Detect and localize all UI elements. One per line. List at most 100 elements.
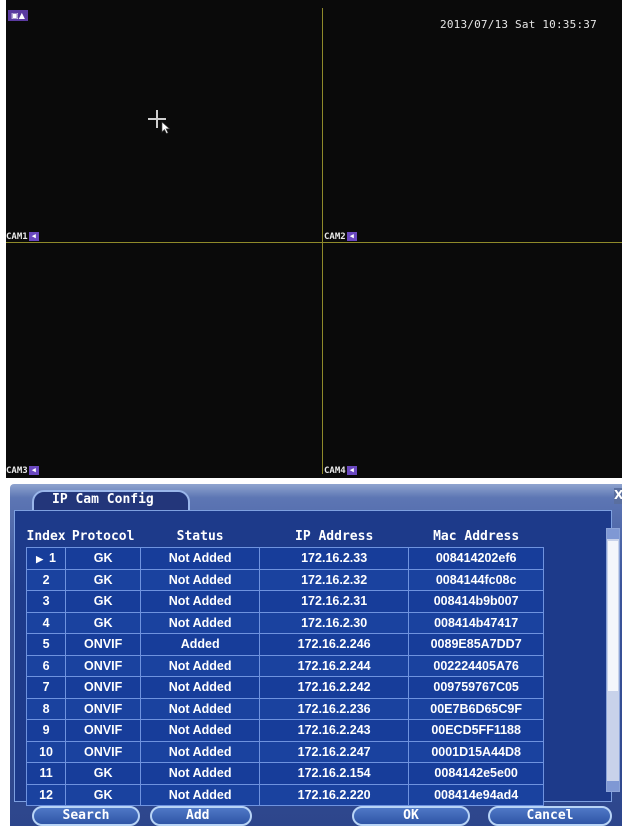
table-row[interactable]: ▶ 1 GK Not Added 172.16.2.33 008414202ef6	[25, 547, 545, 570]
column-header-protocol: Protocol	[71, 529, 135, 544]
row-mac-address-text: 008414b47417	[434, 615, 519, 630]
column-header-mac-address: Mac Address	[433, 529, 520, 544]
column-header-ip-address: IP Address	[295, 529, 374, 544]
row-ip-address-text: 172.16.2.154	[297, 766, 371, 781]
table-row[interactable]: 5 ONVIF Added 172.16.2.246 0089E85A7DD7	[25, 633, 545, 656]
row-status: Not Added	[140, 740, 261, 763]
ip-cam-config-dialog: IP Cam Config X Index Protocol Status IP…	[10, 484, 622, 826]
table-row[interactable]: 8 ONVIF Not Added 172.16.2.236 00E7B6D65C9F	[25, 697, 545, 720]
table-row[interactable]: 3 GK Not Added 172.16.2.31 008414b9b007	[25, 590, 545, 613]
row-ip-address-text: 172.16.2.246	[297, 637, 371, 652]
row-mac-address-text: 0001D15A44D8	[431, 744, 521, 759]
row-status-text: Not Added	[168, 658, 232, 673]
row-ip-address: 172.16.2.244	[259, 654, 410, 677]
row-status-text: Not Added	[168, 744, 232, 759]
row-protocol: GK	[65, 590, 142, 613]
row-protocol: GK	[65, 547, 142, 570]
row-index: 8	[25, 697, 67, 720]
row-index: 4	[25, 611, 67, 634]
table-row[interactable]: 7 ONVIF Not Added 172.16.2.242 009759767C05	[25, 676, 545, 699]
row-mac-address-text: 009759767C05	[433, 680, 519, 695]
row-status: Not Added	[140, 547, 261, 570]
cam3-label: CAM3 ◀	[6, 465, 39, 476]
search-button[interactable]: Search	[32, 806, 140, 826]
cam-audio-icon: ◀	[28, 466, 39, 475]
row-status: Not Added	[140, 762, 261, 785]
row-ip-address-text: 172.16.2.243	[297, 723, 371, 738]
row-index-text: 12	[39, 787, 54, 802]
row-protocol: GK	[65, 568, 142, 591]
row-ip-address-text: 172.16.2.244	[297, 658, 371, 673]
table-row[interactable]: 4 GK Not Added 172.16.2.30 008414b47417	[25, 611, 545, 634]
row-index: 11	[25, 762, 67, 785]
row-protocol-text: GK	[93, 572, 113, 587]
row-index-text: 9	[42, 723, 50, 738]
table-row[interactable]: 6 ONVIF Not Added 172.16.2.244 002224405A76	[25, 654, 545, 677]
row-index-text: 6	[42, 658, 50, 673]
row-ip-address-text: 172.16.2.236	[297, 701, 371, 716]
row-status: Not Added	[140, 676, 261, 699]
row-ip-address: 172.16.2.33	[259, 547, 410, 570]
row-mac-address: 009759767C05	[408, 676, 545, 699]
row-mac-address-text: 00E7B6D65C9F	[430, 701, 522, 716]
table-row[interactable]: 10 ONVIF Not Added 172.16.2.247 0001D15A44D8	[25, 740, 545, 763]
row-index-text: 8	[42, 701, 50, 716]
table-header-row: Index Protocol Status IP Address Mac Add…	[27, 526, 544, 548]
column-header-status: Status	[176, 529, 224, 544]
close-icon[interactable]: X	[614, 488, 622, 504]
dvr-monitor-view: ▣▲ 2013/07/13 Sat 10:35:37 CAM1 ◀ CAM2 ◀…	[6, 0, 622, 478]
row-status-text: Not Added	[168, 615, 232, 630]
cam4-label: CAM4 ◀	[324, 465, 357, 476]
table-scrollbar[interactable]	[606, 528, 620, 792]
row-index: 12	[25, 783, 67, 806]
mouse-cursor-icon	[148, 110, 171, 134]
row-index-text: 5	[42, 637, 50, 652]
row-mac-address: 008414b47417	[408, 611, 545, 634]
row-index: 7	[25, 676, 67, 699]
row-ip-address: 172.16.2.247	[259, 740, 410, 763]
row-index-text: 2	[42, 572, 50, 587]
table-row[interactable]: 2 GK Not Added 172.16.2.32 0084144fc08c	[25, 568, 545, 591]
add-button[interactable]: Add	[150, 806, 252, 826]
table-row[interactable]: 9 ONVIF Not Added 172.16.2.243 00ECD5FF1188	[25, 719, 545, 742]
split-line-vertical	[322, 8, 323, 474]
row-ip-address: 172.16.2.154	[259, 762, 410, 785]
table-row[interactable]: 12 GK Not Added 172.16.2.220 008414e94ad4	[25, 783, 545, 806]
row-mac-address-text: 00ECD5FF1188	[431, 723, 521, 738]
row-protocol: ONVIF	[65, 633, 142, 656]
row-protocol-text: GK	[93, 551, 113, 566]
row-status-text: Not Added	[168, 787, 232, 802]
row-protocol-text: ONVIF	[84, 701, 123, 716]
row-status: Not Added	[140, 590, 261, 613]
cam-audio-icon: ◀	[346, 232, 357, 241]
row-index-text: 4	[42, 615, 50, 630]
row-status-text: Not Added	[168, 551, 232, 566]
selected-row-arrow-icon: ▶	[36, 554, 44, 565]
row-ip-address-text: 172.16.2.247	[297, 744, 371, 759]
row-status: Not Added	[140, 719, 261, 742]
row-mac-address: 0084142e5e00	[408, 762, 545, 785]
row-index: 10	[25, 740, 67, 763]
row-mac-address: 002224405A76	[408, 654, 545, 677]
row-index: ▶ 1	[25, 547, 67, 570]
row-ip-address-text: 172.16.2.30	[301, 615, 368, 630]
camera-table: Index Protocol Status IP Address Mac Add…	[25, 526, 545, 806]
table-row[interactable]: 11 GK Not Added 172.16.2.154 0084142e5e00	[25, 762, 545, 785]
row-status-text: Added	[180, 637, 220, 652]
row-status: Not Added	[140, 568, 261, 591]
row-protocol: ONVIF	[65, 654, 142, 677]
dialog-title: IP Cam Config	[52, 492, 154, 507]
row-protocol: ONVIF	[65, 740, 142, 763]
row-mac-address-text: 008414b9b007	[433, 594, 519, 609]
scroll-up-button[interactable]	[607, 529, 619, 539]
scroll-down-button[interactable]	[607, 781, 619, 791]
cancel-button[interactable]: Cancel	[488, 806, 612, 826]
row-mac-address: 008414202ef6	[408, 547, 545, 570]
row-ip-address-text: 172.16.2.242	[297, 680, 371, 695]
scroll-thumb[interactable]	[608, 541, 618, 691]
row-protocol-text: ONVIF	[84, 723, 123, 738]
row-ip-address-text: 172.16.2.31	[301, 594, 368, 609]
row-status: Not Added	[140, 654, 261, 677]
row-ip-address: 172.16.2.236	[259, 697, 410, 720]
ok-button[interactable]: OK	[352, 806, 470, 826]
